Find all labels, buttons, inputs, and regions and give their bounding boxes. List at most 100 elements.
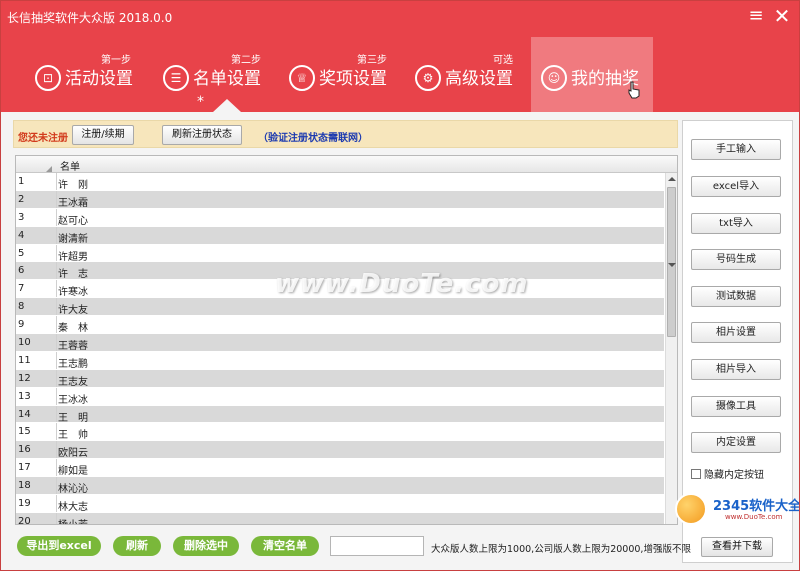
row-name: 赵可心 — [58, 215, 88, 227]
app-window: 长信抽奖软件大众版 2018.0.0 ≡ ✕ 第一步 ⊡ 活动设置 第二步 ☰ … — [0, 0, 800, 571]
row-name: 许大友 — [58, 305, 88, 317]
row-number: 11 — [18, 354, 31, 366]
nav-label: 高级设置 — [445, 69, 513, 89]
row-number: 12 — [18, 372, 31, 384]
active-tab-marker: * — [197, 94, 204, 110]
row-name: 王蓉蓉 — [58, 341, 88, 353]
row-number: 8 — [18, 301, 25, 313]
table-row[interactable]: 2 王冰霜 — [16, 190, 664, 209]
export-excel-button[interactable]: 导出到excel — [17, 536, 101, 556]
table-row[interactable]: 11 王志鹏 — [16, 351, 664, 370]
grid-header: 名单 — [16, 156, 677, 173]
row-number: 9 — [18, 319, 25, 331]
txt-import-button[interactable]: txt导入 — [691, 213, 781, 234]
row-number: 16 — [18, 444, 31, 456]
photo-import-button[interactable]: 相片导入 — [691, 359, 781, 380]
row-number: 20 — [18, 515, 31, 525]
row-number: 19 — [18, 498, 31, 510]
row-name: 许超男 — [58, 251, 88, 263]
hide-preset-label: 隐藏内定按钮 — [704, 470, 764, 481]
row-number: 1 — [18, 176, 25, 187]
test-data-button[interactable]: 测试数据 — [691, 286, 781, 307]
table-row[interactable]: 17 柳如是 — [16, 459, 664, 477]
search-input[interactable] — [330, 536, 424, 556]
registration-bar: 您还未注册 注册/续期 刷新注册状态 （验证注册状态需联网） — [13, 120, 678, 148]
camera-tool-button[interactable]: 摄像工具 — [691, 396, 781, 417]
table-row[interactable]: 6 许 志 — [16, 262, 664, 280]
nav-my-draw[interactable]: ☺ 我的抽奖 — [531, 37, 653, 112]
clear-list-button[interactable]: 清空名单 — [251, 536, 319, 556]
hand-cursor-icon — [628, 81, 640, 99]
delete-selected-button[interactable]: 删除选中 — [173, 536, 239, 556]
nav-label: 活动设置 — [65, 69, 133, 89]
gear-icon: ⚙ — [415, 65, 441, 91]
table-row[interactable]: 9 秦 林 — [16, 316, 664, 334]
row-number: 15 — [18, 426, 31, 438]
row-name: 许 刚 — [58, 180, 88, 191]
row-number: 3 — [18, 211, 25, 223]
row-name: 王 明 — [58, 412, 88, 424]
view-download-button[interactable]: 查看并下载 — [701, 537, 773, 557]
nav-label: 奖项设置 — [319, 69, 387, 89]
nav-advanced-settings[interactable]: 可选 ⚙ 高级设置 — [413, 37, 531, 112]
select-all-corner[interactable] — [46, 166, 52, 172]
row-number: 18 — [18, 480, 31, 492]
scroll-down-icon[interactable] — [668, 263, 676, 267]
scroll-thumb[interactable] — [667, 187, 676, 337]
number-generate-button[interactable]: 号码生成 — [691, 249, 781, 270]
list-icon: ☰ — [163, 65, 189, 91]
table-row[interactable]: 8 许大友 — [16, 298, 664, 316]
row-number: 5 — [18, 247, 25, 259]
preset-settings-button[interactable]: 内定设置 — [691, 432, 781, 453]
grid-rows: 1许 刚 2 王冰霜 3 赵可心 4 谢清新 5 许超男 6许 志 7 许寒冰 8 许大友 … — [16, 173, 664, 525]
close-icon[interactable]: ✕ — [771, 5, 793, 27]
table-row[interactable]: 13 王冰冰 — [16, 387, 664, 406]
table-row[interactable]: 20 杨小芳 — [16, 512, 664, 525]
manual-input-button[interactable]: 手工输入 — [691, 139, 781, 160]
registration-status: 您还未注册 — [18, 133, 68, 144]
hide-preset-checkbox[interactable] — [691, 469, 701, 479]
row-number: 2 — [18, 193, 25, 205]
row-name: 许 志 — [58, 269, 88, 281]
menu-icon[interactable]: ≡ — [745, 5, 767, 27]
table-row[interactable]: 19 林大志 — [16, 495, 664, 513]
row-number: 14 — [18, 408, 31, 420]
table-row[interactable]: 5 许超男 — [16, 244, 664, 263]
active-tab-caret — [213, 99, 241, 112]
table-row[interactable]: 14 王 明 — [16, 405, 664, 424]
nav-activity-settings[interactable]: 第一步 ⊡ 活动设置 — [31, 37, 159, 112]
table-row[interactable]: 1 许 刚 — [16, 173, 664, 191]
table-row[interactable]: 12 王志友 — [16, 369, 664, 388]
table-row[interactable]: 3 赵可心 — [16, 208, 664, 227]
verify-note: （验证注册状态需联网） — [258, 133, 368, 144]
row-name: 许寒冰 — [58, 287, 88, 299]
table-row[interactable]: 16 欧阳云 — [16, 441, 664, 459]
row-number: 13 — [18, 390, 31, 402]
row-name: 欧阳云 — [58, 448, 88, 460]
table-row[interactable]: 7 许寒冰 — [16, 280, 664, 298]
row-name: 谢清新 — [58, 233, 88, 245]
excel-import-button[interactable]: excel导入 — [691, 176, 781, 197]
table-row[interactable]: 4 谢清新 — [16, 226, 664, 245]
hide-preset-option: 隐藏内定按钮 — [691, 466, 764, 481]
scroll-up-icon[interactable] — [668, 177, 676, 181]
header-bar: 长信抽奖软件大众版 2018.0.0 ≡ ✕ 第一步 ⊡ 活动设置 第二步 ☰ … — [1, 1, 799, 112]
limit-note: 大众版人数上限为1000,公司版人数上限为20000,增强版不限 — [431, 544, 691, 555]
column-header-name[interactable]: 名单 — [60, 158, 80, 173]
row-name: 秦 林 — [58, 323, 88, 335]
refresh-registration-button[interactable]: 刷新注册状态 — [162, 125, 242, 145]
vertical-scrollbar[interactable] — [665, 173, 677, 524]
table-row[interactable]: 10 王蓉蓉 — [16, 334, 664, 352]
row-number: 6 — [18, 265, 25, 277]
name-list-grid[interactable]: 名单 1 许 刚 2 王冰霜 3 赵可心 4 谢清新 5 许超男 6 许 志 7 许寒冰 8 许… — [15, 155, 678, 525]
row-name: 林大志 — [58, 502, 88, 514]
register-button[interactable]: 注册/续期 — [72, 125, 134, 145]
row-name: 王冰霜 — [58, 197, 88, 209]
window-title: 长信抽奖软件大众版 2018.0.0 — [7, 11, 173, 25]
row-name: 王志鹏 — [58, 358, 88, 370]
table-row[interactable]: 15 王 帅 — [16, 423, 664, 441]
refresh-button[interactable]: 刷新 — [113, 536, 161, 556]
table-row[interactable]: 18 林沁沁 — [16, 477, 664, 495]
nav-prize-settings[interactable]: 第三步 ♕ 奖项设置 — [287, 37, 413, 112]
photo-settings-button[interactable]: 相片设置 — [691, 322, 781, 343]
